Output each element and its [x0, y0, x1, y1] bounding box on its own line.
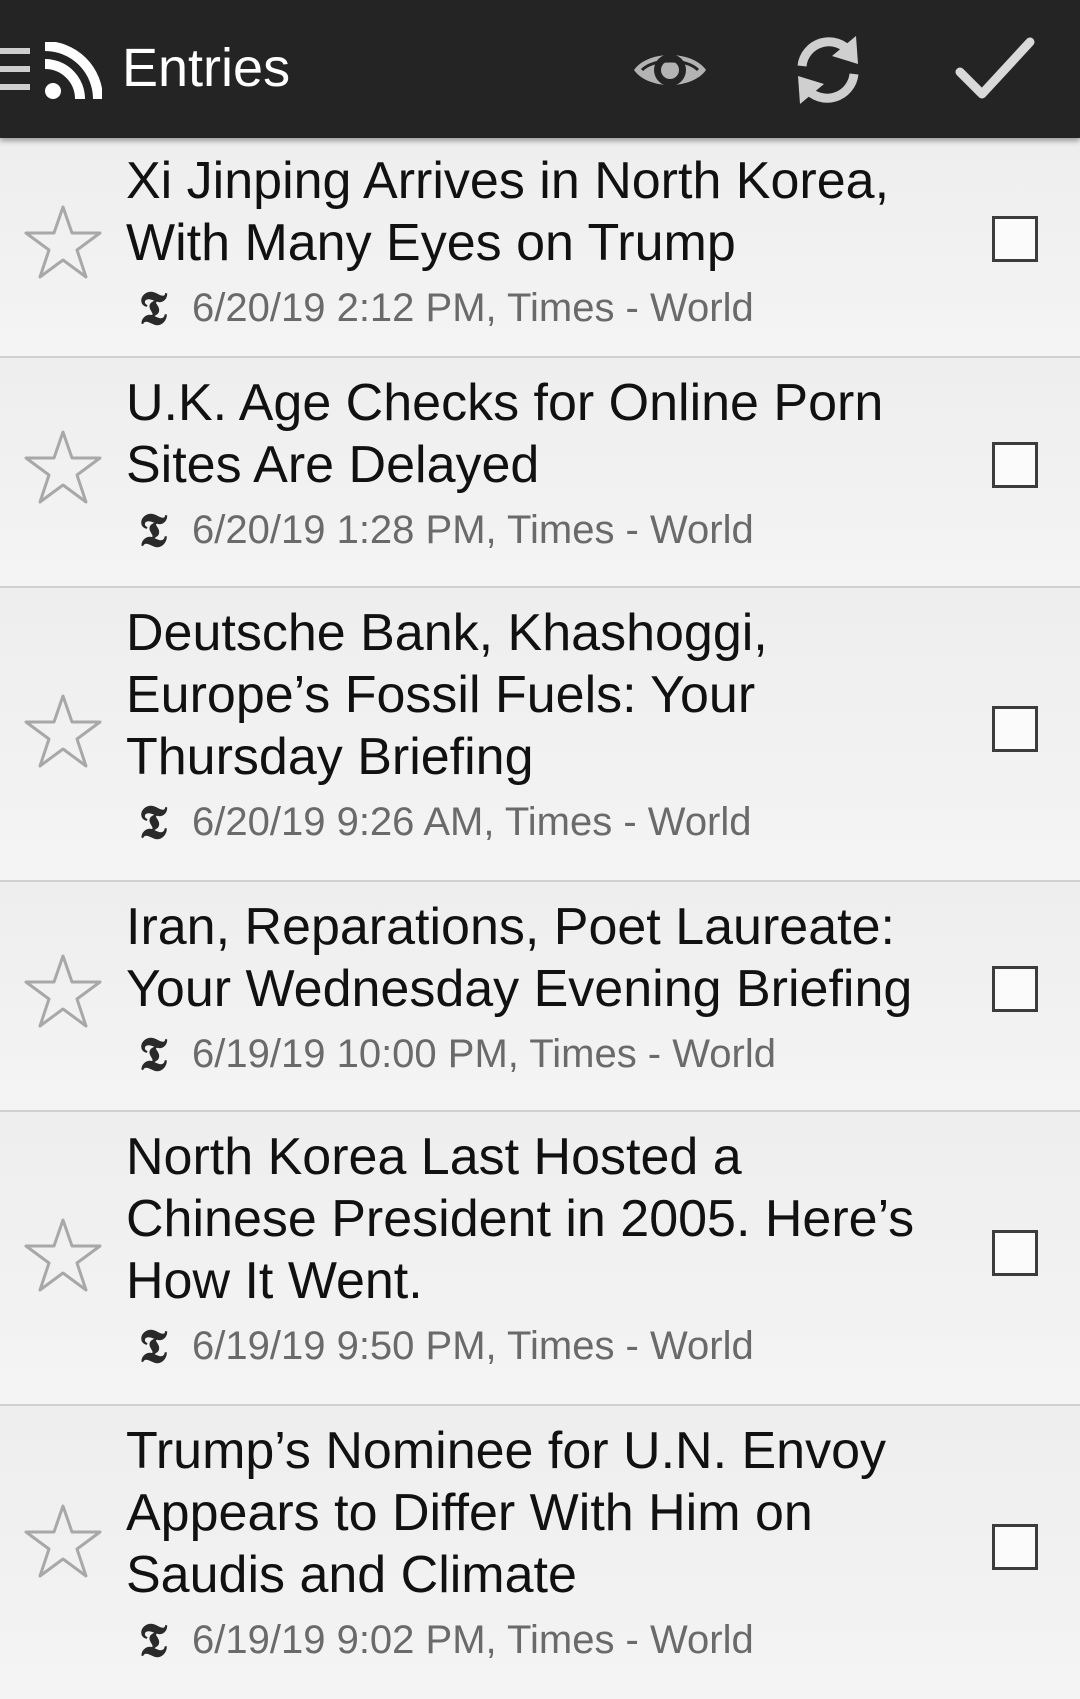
entry-meta: 𝕿 6/20/19 2:12 PM, Times - World [126, 280, 946, 336]
entry-date-feed: 6/19/19 9:50 PM, Times - World [192, 1323, 754, 1368]
list-item[interactable]: Iran, Reparations, Poet Laureate: Your W… [0, 882, 1080, 1112]
toggle-read-visibility-button[interactable] [622, 22, 718, 118]
entry-checkbox[interactable] [992, 1524, 1038, 1570]
entry-checkbox[interactable] [992, 966, 1038, 1012]
hamburger-icon [0, 48, 30, 90]
star-icon[interactable] [22, 1216, 104, 1298]
entry-checkbox[interactable] [992, 706, 1038, 752]
checkmark-icon [955, 37, 1035, 99]
entry-title: Trump’s Nominee for U.N. Envoy Appears t… [126, 1422, 887, 1604]
entry-list: Xi Jinping Arrives in North Korea, With … [0, 138, 1080, 1699]
entry-date-feed: 6/19/19 10:00 PM, Times - World [192, 1031, 776, 1076]
mark-all-read-button[interactable] [946, 22, 1042, 118]
entry-body: Deutsche Bank, Khashoggi, Europe’s Fossi… [126, 602, 946, 850]
nyt-logo-icon: 𝕿 [138, 1613, 168, 1667]
nyt-logo-icon: 𝕿 [138, 281, 168, 335]
app-window: Entries Xi Jinping Arrives in North Kore… [0, 0, 1080, 1699]
entry-title: Iran, Reparations, Poet Laureate: Your W… [126, 898, 913, 1018]
entry-checkbox[interactable] [992, 1230, 1038, 1276]
entry-checkbox[interactable] [992, 442, 1038, 488]
refresh-icon [797, 36, 859, 104]
entry-title: Deutsche Bank, Khashoggi, Europe’s Fossi… [126, 604, 768, 786]
star-icon[interactable] [22, 692, 104, 774]
star-icon[interactable] [22, 1502, 104, 1584]
entry-meta: 𝕿 6/19/19 10:00 PM, Times - World [126, 1026, 946, 1082]
list-item[interactable]: U.K. Age Checks for Online Porn Sites Ar… [0, 358, 1080, 588]
list-item[interactable]: Trump’s Nominee for U.N. Envoy Appears t… [0, 1406, 1080, 1699]
star-icon[interactable] [22, 952, 104, 1034]
entry-date-feed: 6/20/19 1:28 PM, Times - World [192, 507, 754, 552]
entry-checkbox[interactable] [992, 216, 1038, 262]
entry-body: Iran, Reparations, Poet Laureate: Your W… [126, 896, 946, 1082]
nyt-logo-icon: 𝕿 [138, 795, 168, 849]
entry-meta: 𝕿 6/19/19 9:50 PM, Times - World [126, 1318, 946, 1374]
nyt-logo-icon: 𝕿 [138, 1027, 168, 1081]
list-item[interactable]: North Korea Last Hosted a Chinese Presid… [0, 1112, 1080, 1406]
entry-title: Xi Jinping Arrives in North Korea, With … [126, 152, 890, 272]
list-item[interactable]: Xi Jinping Arrives in North Korea, With … [0, 138, 1080, 358]
entry-body: Xi Jinping Arrives in North Korea, With … [126, 150, 946, 336]
entry-date-feed: 6/20/19 2:12 PM, Times - World [192, 285, 754, 330]
navigation-drawer-toggle[interactable] [0, 0, 112, 138]
top-app-bar: Entries [0, 0, 1080, 138]
refresh-button[interactable] [780, 22, 876, 118]
entry-body: U.K. Age Checks for Online Porn Sites Ar… [126, 372, 946, 558]
page-title: Entries [122, 38, 291, 98]
rss-icon [44, 42, 102, 100]
eye-icon [634, 54, 706, 86]
entry-date-feed: 6/20/19 9:26 AM, Times - World [192, 799, 752, 844]
entry-body: Trump’s Nominee for U.N. Envoy Appears t… [126, 1420, 946, 1668]
entry-meta: 𝕿 6/20/19 1:28 PM, Times - World [126, 502, 946, 558]
entry-meta: 𝕿 6/20/19 9:26 AM, Times - World [126, 794, 946, 850]
entry-body: North Korea Last Hosted a Chinese Presid… [126, 1126, 946, 1374]
nyt-logo-icon: 𝕿 [138, 1319, 168, 1373]
entry-meta: 𝕿 6/19/19 9:02 PM, Times - World [126, 1612, 946, 1668]
nyt-logo-icon: 𝕿 [138, 503, 168, 557]
star-icon[interactable] [22, 203, 104, 285]
entry-title: U.K. Age Checks for Online Porn Sites Ar… [126, 374, 884, 494]
entry-title: North Korea Last Hosted a Chinese Presid… [126, 1128, 915, 1310]
star-icon[interactable] [22, 428, 104, 510]
list-item[interactable]: Deutsche Bank, Khashoggi, Europe’s Fossi… [0, 588, 1080, 882]
entry-date-feed: 6/19/19 9:02 PM, Times - World [192, 1617, 754, 1662]
